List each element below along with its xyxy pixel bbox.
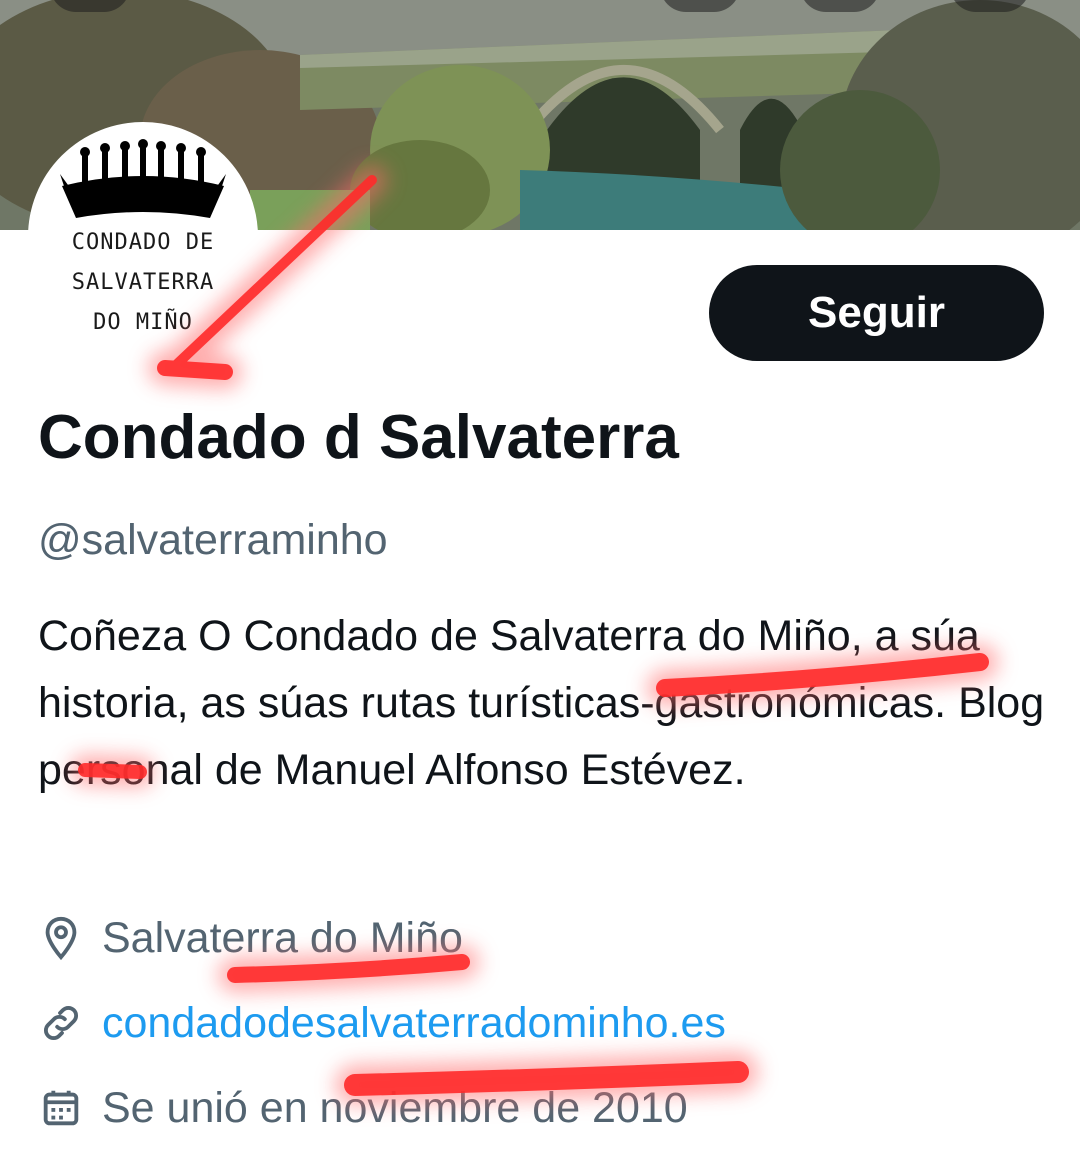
profile-avatar[interactable]: CONDADO DE SALVATERRA DO MIÑO xyxy=(28,122,258,352)
profile-website: condadodesalvaterradominho.es xyxy=(38,993,726,1053)
profile-joined-date: Se unió en noviembre de 2010 xyxy=(38,1078,688,1138)
profile-handle: @salvaterraminho xyxy=(38,516,388,564)
website-link[interactable]: condadodesalvaterradominho.es xyxy=(102,999,726,1048)
logo-text-line2: SALVATERRA xyxy=(71,270,215,295)
logo-text-line1: CONDADO DE xyxy=(71,230,215,255)
profile-bio: Coñeza O Condado de Salvaterra do Miño, … xyxy=(38,612,1045,794)
follow-button[interactable]: Seguir xyxy=(709,265,1044,361)
profile-display-name: Condado d Salvaterra xyxy=(38,403,679,472)
logo-text-line3: DO MIÑO xyxy=(93,310,193,335)
profile-location: Salvaterra do Miño xyxy=(38,908,463,968)
joined-text: Se unió en noviembre de 2010 xyxy=(102,1083,688,1132)
location-text: Salvaterra do Miño xyxy=(102,913,463,962)
location-pin-icon xyxy=(45,916,77,961)
calendar-icon xyxy=(43,1090,79,1126)
link-icon xyxy=(44,1006,78,1040)
